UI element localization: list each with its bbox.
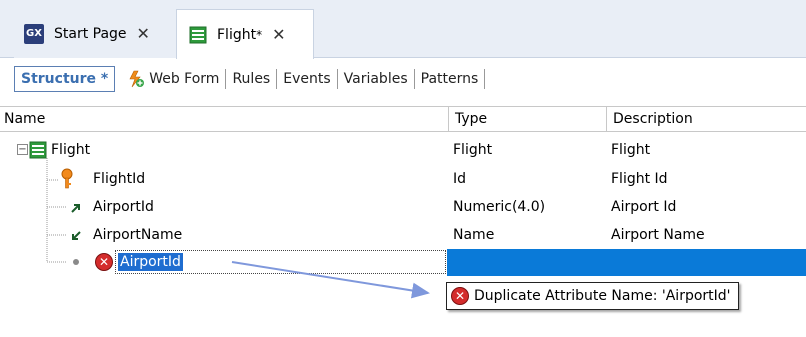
transaction-icon xyxy=(29,141,47,159)
attribute-type: Name xyxy=(453,227,495,243)
attribute-name: FlightId xyxy=(93,171,146,187)
table-row[interactable]: − Flight Flight Flight xyxy=(0,136,806,164)
attribute-name-selected-text[interactable]: AirportId xyxy=(118,253,183,271)
error-icon: ✕ xyxy=(451,287,469,305)
table-row[interactable]: AirportName Name Airport Name xyxy=(0,221,806,249)
key-icon xyxy=(61,168,73,189)
table-row[interactable]: AirportId Numeric(4.0) Airport Id xyxy=(0,193,806,221)
collapse-icon[interactable]: − xyxy=(17,144,28,155)
attribute-type: Flight xyxy=(453,142,493,158)
attribute-description: Airport Name xyxy=(611,227,705,243)
attribute-description: Flight Id xyxy=(611,171,668,187)
attribute-name: Flight xyxy=(51,142,91,158)
attribute-name: AirportName xyxy=(93,227,183,243)
error-tooltip: ✕ Duplicate Attribute Name: 'AirportId' xyxy=(446,282,739,310)
attribute-description: Airport Id xyxy=(611,199,677,215)
error-message: Duplicate Attribute Name: 'AirportId' xyxy=(474,288,731,304)
inferred-attribute-icon xyxy=(72,231,81,240)
attribute-name: AirportId xyxy=(93,199,154,215)
selected-row-highlight xyxy=(447,249,806,276)
error-icon: ✕ xyxy=(95,253,113,271)
attribute-description: Flight xyxy=(611,142,651,158)
table-row[interactable]: FlightId Id Flight Id xyxy=(0,165,806,193)
new-row-bullet-icon xyxy=(73,259,79,265)
attribute-type: Id xyxy=(453,171,467,187)
attribute-type: Numeric(4.0) xyxy=(453,199,546,215)
foreign-key-icon xyxy=(71,204,80,213)
